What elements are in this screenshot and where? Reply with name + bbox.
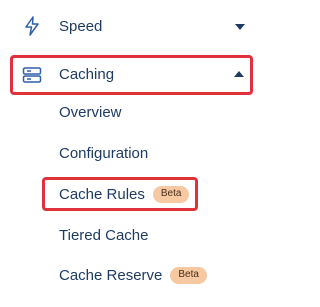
sidebar-item-label: Speed bbox=[59, 18, 103, 35]
cache-rules-content: Cache Rules Beta bbox=[59, 186, 190, 203]
submenu-item-cache-rules[interactable]: Cache Rules Beta bbox=[42, 177, 198, 211]
sidebar-item-speed[interactable]: Speed bbox=[0, 12, 265, 42]
submenu-item-overview[interactable]: Overview bbox=[59, 104, 122, 121]
sidebar-item-label: Caching bbox=[59, 66, 115, 83]
submenu-item-tiered-cache[interactable]: Tiered Cache bbox=[59, 227, 149, 244]
submenu-item-cache-reserve[interactable]: Cache Reserve Beta bbox=[59, 267, 207, 284]
bolt-icon bbox=[22, 16, 42, 36]
sidebar-nav: Speed Caching Overview Configuration Cac… bbox=[0, 0, 265, 307]
caret-up-icon[interactable] bbox=[233, 69, 245, 79]
caret-down-icon[interactable] bbox=[234, 22, 246, 32]
submenu-item-label: Cache Reserve bbox=[59, 267, 163, 284]
beta-badge: Beta bbox=[152, 186, 190, 203]
beta-badge: Beta bbox=[170, 267, 207, 284]
submenu-item-label: Cache Rules bbox=[59, 186, 145, 203]
submenu-item-configuration[interactable]: Configuration bbox=[59, 145, 148, 162]
server-stack-icon bbox=[22, 65, 42, 85]
sidebar-item-caching[interactable]: Caching bbox=[10, 55, 253, 95]
